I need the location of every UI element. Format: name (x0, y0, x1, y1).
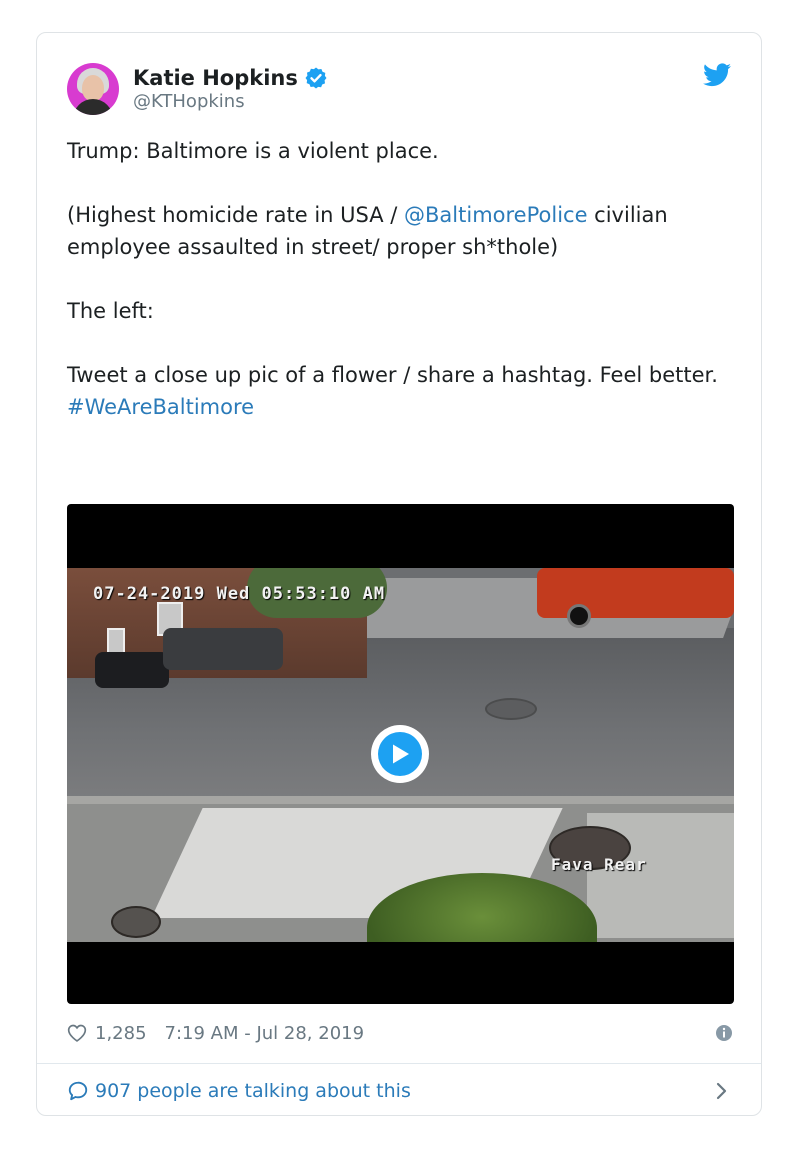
mention-link[interactable]: @BaltimorePolice (404, 203, 587, 227)
chevron-right-icon[interactable] (715, 1081, 729, 1101)
play-button[interactable] (371, 725, 429, 783)
comment-bubble-icon (68, 1081, 88, 1101)
parked-car (95, 652, 169, 688)
tweet-paragraph-2: (Highest homicide rate in USA / @Baltimo… (67, 199, 737, 263)
tweet-paragraph-3: The left: (67, 299, 154, 323)
like-count[interactable]: 1,285 (95, 1023, 147, 1044)
pickup-truck (163, 628, 283, 670)
verified-badge-icon (305, 67, 327, 89)
author-name-row[interactable]: Katie Hopkins (133, 63, 328, 93)
curb (67, 796, 734, 804)
video-timestamp-overlay: 07-24-2019 Wed 05:53:10 AM (93, 584, 386, 604)
avatar-shoulders (73, 99, 113, 115)
conversation-count-label[interactable]: 907 people are talking about this (95, 1080, 411, 1102)
hashtag-link[interactable]: #WeAreBaltimore (67, 395, 254, 419)
tweet-text-segment: (Highest homicide rate in USA / (67, 203, 405, 227)
tweet-text-segment: Tweet a close up pic of a flower / share… (67, 363, 718, 387)
red-truck (537, 568, 734, 618)
divider (37, 1063, 761, 1064)
avatar-face (82, 75, 104, 101)
tweet-card: Katie Hopkins @KTHopkins Trump: Baltimor… (36, 32, 762, 1116)
author-handle[interactable]: @KTHopkins (133, 91, 245, 112)
twitter-bird-icon[interactable] (703, 63, 731, 87)
author-display-name[interactable]: Katie Hopkins (133, 66, 298, 90)
heart-icon[interactable] (67, 1023, 87, 1043)
camera-label-overlay: Fava Rear (551, 855, 647, 874)
tweet-paragraph-1: Trump: Baltimore is a violent place. (67, 139, 439, 163)
info-icon[interactable] (715, 1024, 733, 1042)
avatar[interactable] (67, 63, 119, 115)
tweet-text: Trump: Baltimore is a violent place. (Hi… (67, 135, 737, 423)
manhole (485, 698, 537, 720)
tweet-meta: 1,285 7:19 AM - Jul 28, 2019 (67, 1019, 733, 1047)
video-player[interactable]: 07-24-2019 Wed 05:53:10 AM Fava Rear (67, 504, 734, 1004)
play-button-inner (378, 732, 422, 776)
tweet-paragraph-4: Tweet a close up pic of a flower / share… (67, 359, 737, 423)
conversation-link[interactable]: 907 people are talking about this (67, 1073, 733, 1109)
play-icon (393, 744, 409, 764)
manhole (111, 906, 161, 938)
tweet-timestamp[interactable]: 7:19 AM - Jul 28, 2019 (165, 1023, 365, 1044)
